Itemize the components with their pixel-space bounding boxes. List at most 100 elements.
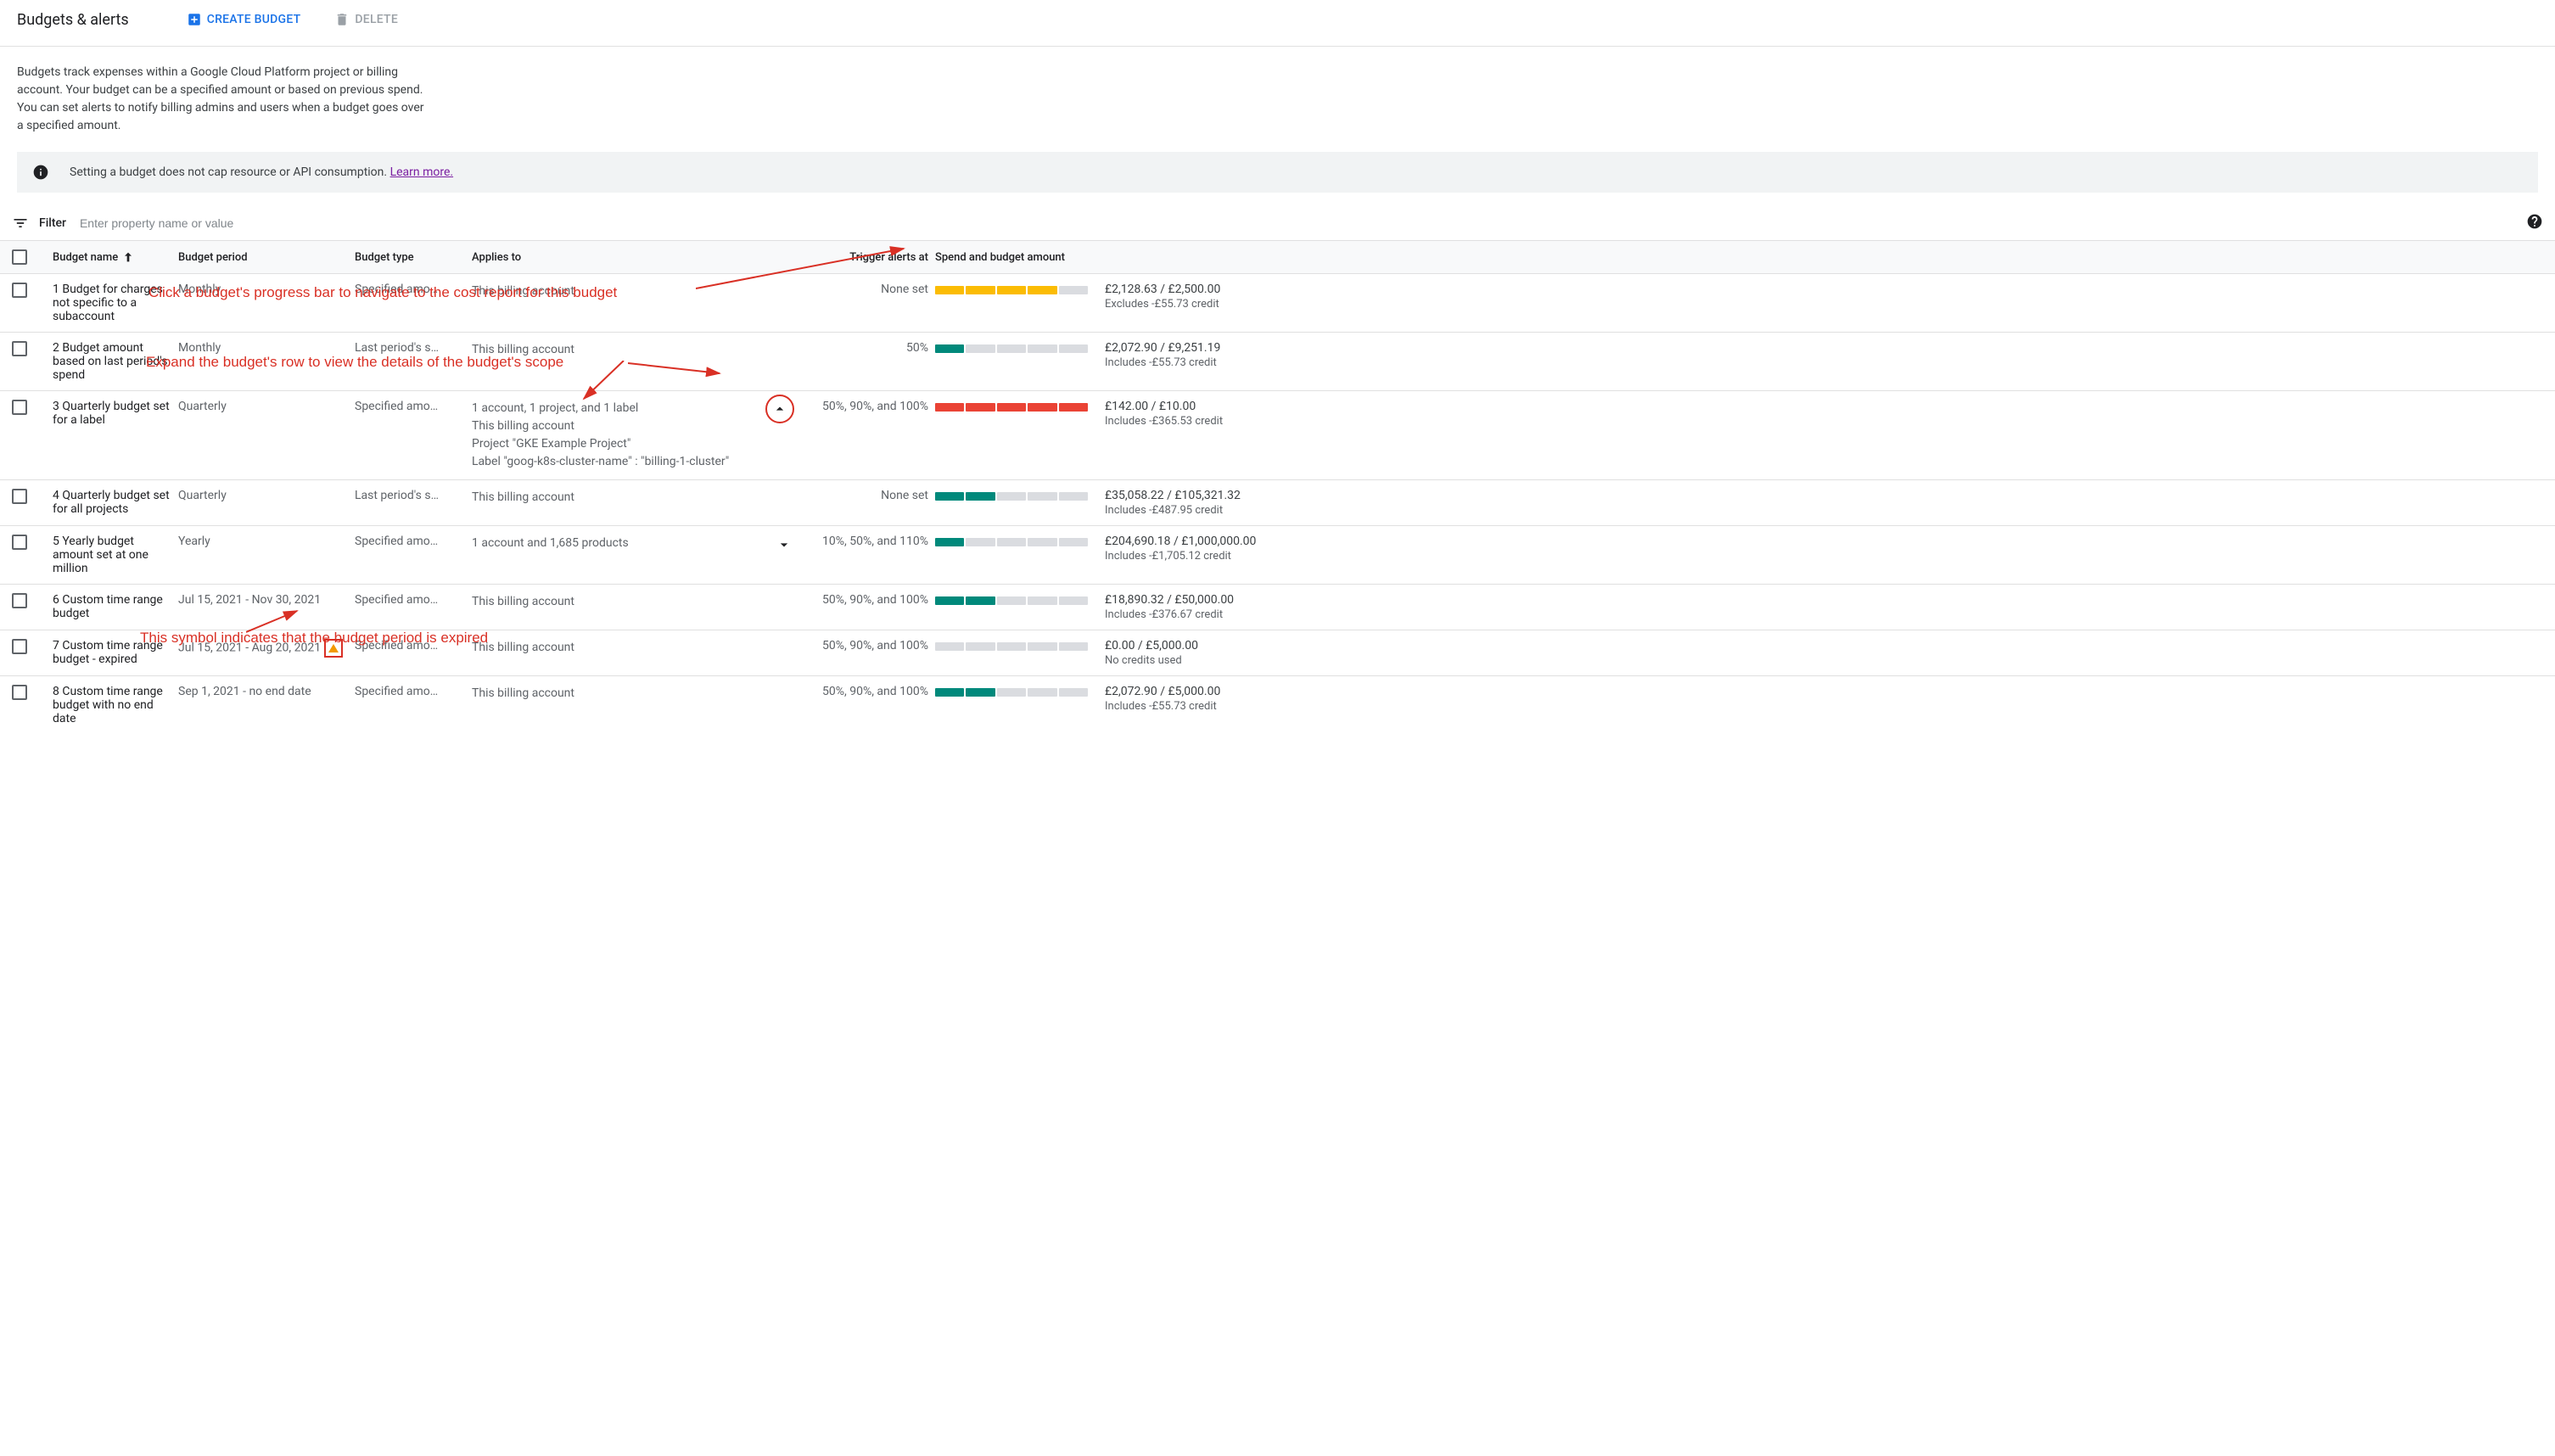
spend-note: No credits used [1105,654,1249,667]
filter-icon [12,215,29,232]
table-row[interactable]: 7 Custom time range budget - expired Jul … [0,630,2555,675]
col-budget-name[interactable]: Budget name [53,250,171,264]
spend-cell: £35,058.22 / £105,321.32 Includes -£487.9… [935,489,2543,517]
info-icon [32,164,49,181]
row-checkbox[interactable] [12,593,27,608]
col-trigger-alerts[interactable]: Trigger alerts at [849,251,928,264]
budget-period-cell: Monthly [178,283,348,296]
table-row[interactable]: 6 Custom time range budgetJul 15, 2021 -… [0,584,2555,630]
budget-progress-bar[interactable] [935,688,1088,697]
col-applies-to[interactable]: Applies to [472,251,794,264]
create-budget-label: CREATE BUDGET [207,13,301,26]
row-checkbox[interactable] [12,489,27,504]
budget-name-cell[interactable]: 8 Custom time range budget with no end d… [53,685,171,725]
spend-note: Includes -£487.95 credit [1105,504,1249,517]
expand-row-button[interactable] [774,535,794,558]
spend-note: Includes -£1,705.12 credit [1105,550,1256,563]
table-row[interactable]: 3 Quarterly budget set for a labelQuarte… [0,390,2555,479]
collapse-row-button[interactable] [765,395,794,423]
spend-cell: £204,690.18 / £1,000,000.00Includes -£1,… [935,535,2543,563]
trash-icon [334,12,350,27]
create-budget-button[interactable]: CREATE BUDGET [180,7,308,32]
budget-progress-bar[interactable] [935,642,1088,651]
chevron-down-icon [776,536,793,553]
select-all-checkbox[interactable] [12,249,27,265]
trigger-alerts-cell: 50%, 90%, and 100% [822,639,928,652]
budget-progress-bar[interactable] [935,492,1088,501]
budget-type-cell: Specified amo… [355,535,465,548]
learn-more-link[interactable]: Learn more. [390,165,454,179]
row-checkbox[interactable] [12,400,27,415]
budget-type-cell: Last period's s… [355,489,465,502]
spend-cell: £2,072.90 / £9,251.19Includes -£55.73 cr… [935,341,2543,369]
trigger-alerts-cell: 50%, 90%, and 100% [822,593,928,607]
budget-type-cell: Specified amo… [355,685,465,698]
delete-button[interactable]: DELETE [328,7,405,32]
table-row[interactable]: 5 Yearly budget amount set at one millio… [0,525,2555,584]
table-row[interactable]: 8 Custom time range budget with no end d… [0,675,2555,734]
budget-name-cell[interactable]: 5 Yearly budget amount set at one millio… [53,535,171,575]
spend-note: Includes -£365.53 credit [1105,415,1249,428]
budgets-table: Budget name Budget period Budget type Ap… [0,240,2555,734]
spend-amount: £2,128.63 / £2,500.00 [1105,283,1249,296]
budget-period-cell: Sep 1, 2021 - no end date [178,685,348,698]
spend-cell: £2,128.63 / £2,500.00 Excludes -£55.73 cr… [935,283,2543,311]
col-spend[interactable]: Spend and budget amount [935,251,2543,264]
budget-progress-bar[interactable] [935,403,1088,412]
applies-to-cell: This billing account [472,489,794,507]
page-header: Budgets & alerts CREATE BUDGET DELETE [0,0,2555,47]
spend-cell: £18,890.32 / £50,000.00Includes -£376.67… [935,593,2543,621]
sort-asc-icon [121,250,135,264]
spend-note: Includes -£55.73 credit [1105,700,1249,713]
budget-type-cell: Last period's s… [355,341,465,355]
applies-to-cell: This billing account [472,283,794,300]
budget-progress-bar[interactable] [935,344,1088,353]
budget-name-cell[interactable]: 6 Custom time range budget [53,593,171,620]
applies-to-cell: 1 account and 1,685 products [472,535,794,558]
col-budget-period[interactable]: Budget period [178,251,348,264]
row-checkbox[interactable] [12,535,27,550]
table-row[interactable]: 2 Budget amount based on last period's s… [0,332,2555,390]
help-icon[interactable] [2526,213,2543,233]
applies-to-cell: This billing account [472,685,794,703]
budget-period-cell: Jul 15, 2021 - Aug 20, 2021 [178,639,348,658]
applies-to-cell: This billing account [472,639,794,657]
delete-label: DELETE [355,13,398,26]
budget-name-cell[interactable]: 3 Quarterly budget set for a label [53,400,171,427]
spend-cell: £0.00 / £5,000.00 No credits used [935,639,2543,667]
row-checkbox[interactable] [12,685,27,700]
budget-type-cell: Specified amo… [355,400,465,413]
budget-name-cell[interactable]: 4 Quarterly budget set for all projects [53,489,171,516]
spend-cell: £2,072.90 / £5,000.00 Includes -£55.73 cr… [935,685,2543,713]
budget-name-cell[interactable]: 7 Custom time range budget - expired [53,639,171,666]
spend-note: Excludes -£55.73 credit [1105,298,1249,311]
spend-amount: £35,058.22 / £105,321.32 [1105,489,1249,502]
budget-name-cell[interactable]: 2 Budget amount based on last period's s… [53,341,171,382]
budget-progress-bar[interactable] [935,538,1088,546]
budget-name-cell[interactable]: 1 Budget for charges not specific to a s… [53,283,171,323]
filter-bar: Filter [0,206,2555,240]
row-checkbox[interactable] [12,639,27,654]
trigger-alerts-cell: 50%, 90%, and 100% [822,400,928,413]
budget-progress-bar[interactable] [935,596,1088,605]
col-budget-type[interactable]: Budget type [355,251,465,264]
spend-amount: £0.00 / £5,000.00 [1105,639,1249,652]
spend-amount: £142.00 / £10.00 [1105,400,1249,413]
trigger-alerts-cell: 10%, 50%, and 110% [822,535,928,548]
budget-period-cell: Monthly [178,341,348,355]
table-row[interactable]: 1 Budget for charges not specific to a s… [0,273,2555,332]
row-checkbox[interactable] [12,341,27,356]
spend-cell: £142.00 / £10.00 Includes -£365.53 credit [935,400,2543,428]
filter-label: Filter [39,216,66,230]
info-banner: Setting a budget does not cap resource o… [17,152,2538,193]
table-row[interactable]: 4 Quarterly budget set for all projectsQ… [0,479,2555,525]
filter-input[interactable] [80,216,2519,230]
spend-amount: £2,072.90 / £5,000.00 [1105,685,1249,698]
trigger-alerts-cell: None set [881,489,928,502]
info-banner-text: Setting a budget does not cap resource o… [70,165,453,179]
applies-to-cell: This billing account [472,593,794,611]
row-checkbox[interactable] [12,283,27,298]
budget-progress-bar[interactable] [935,286,1088,294]
applies-to-cell: 1 account, 1 project, and 1 labelThis bi… [472,400,794,471]
budget-period-cell: Yearly [178,535,348,548]
